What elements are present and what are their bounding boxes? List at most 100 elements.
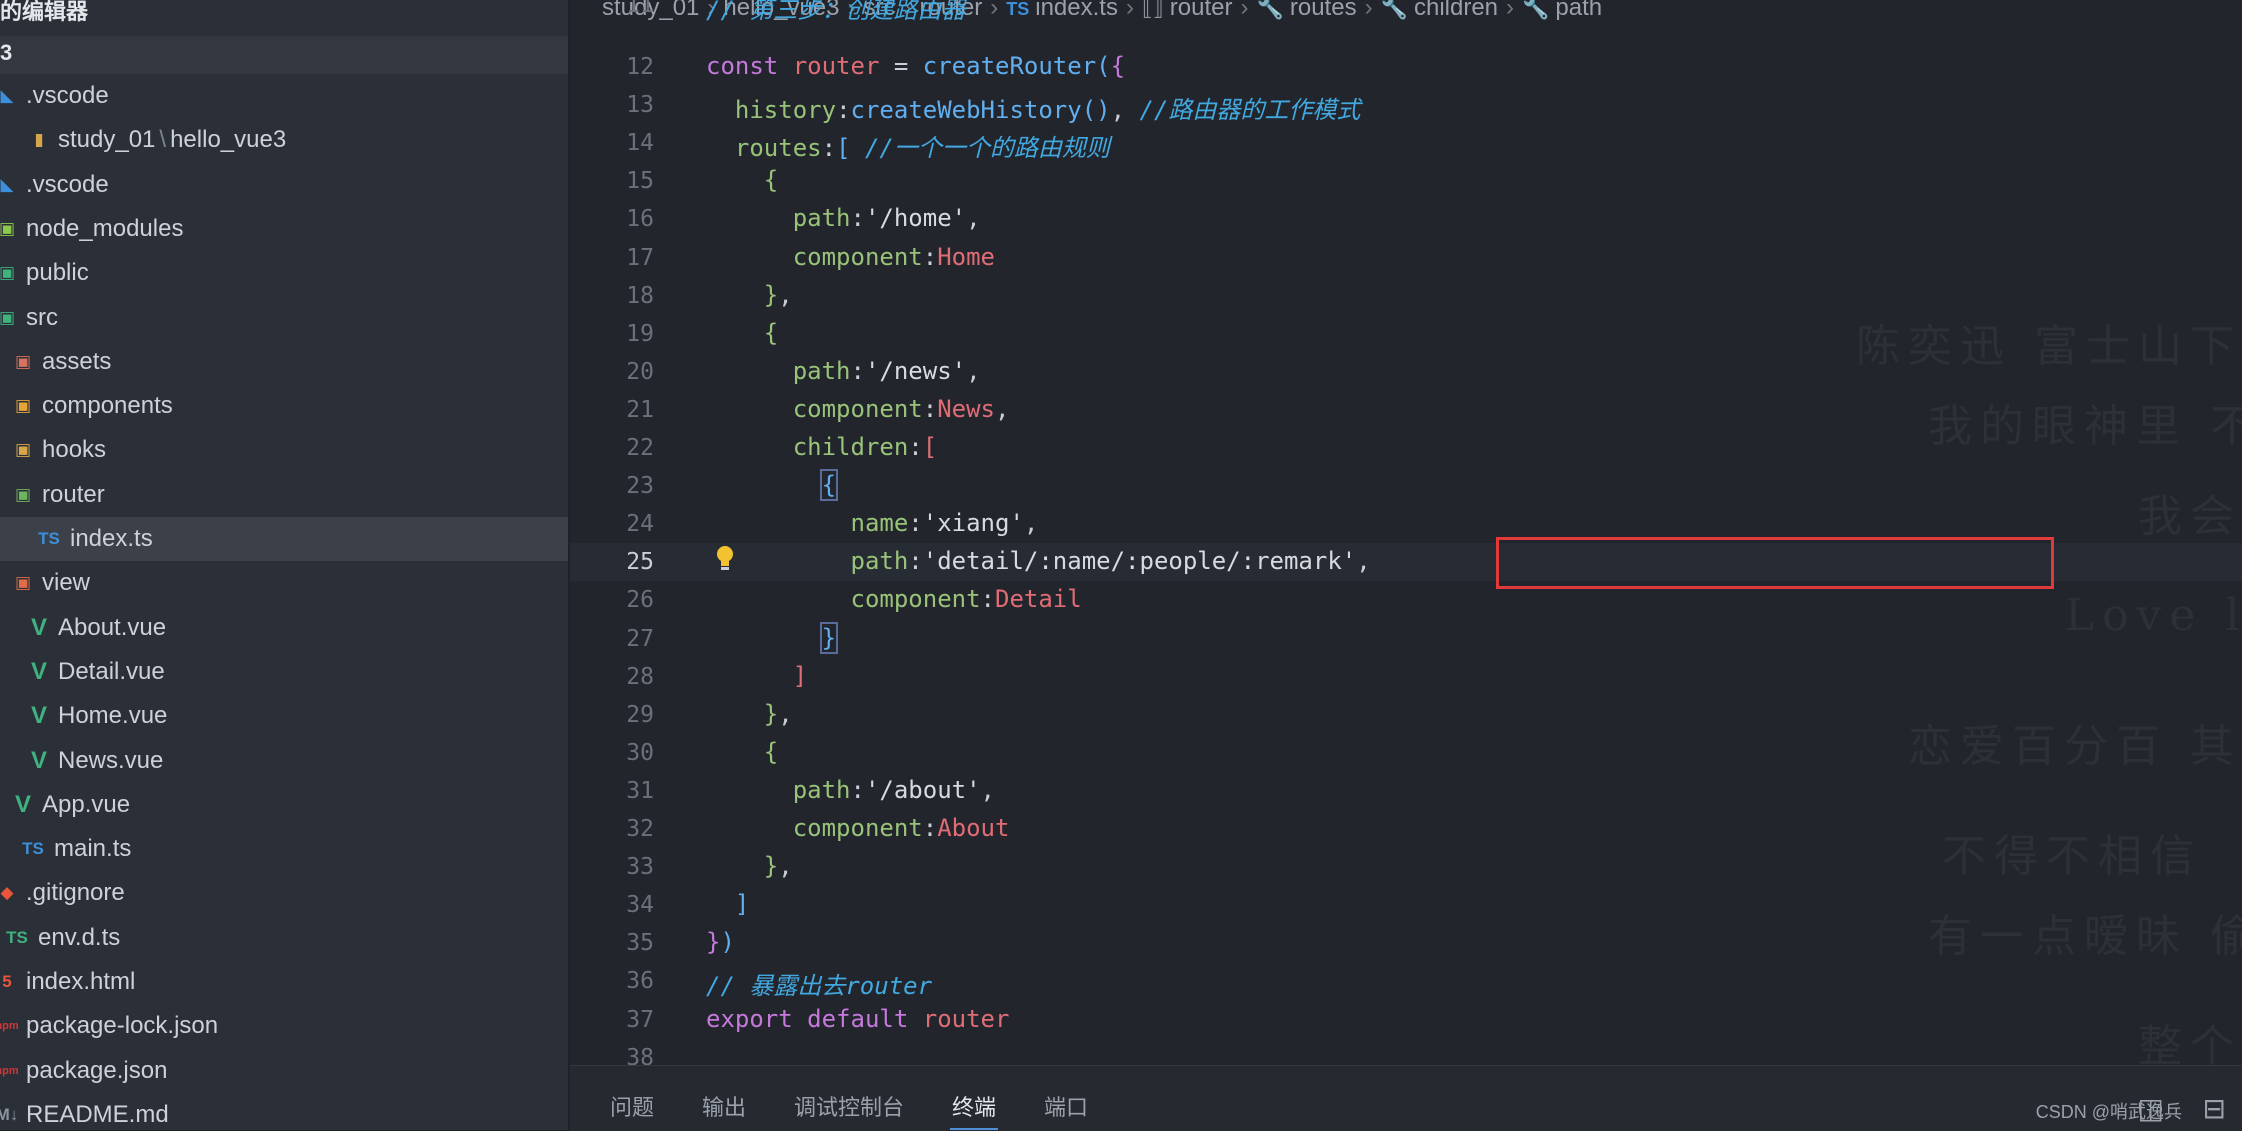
router-folder-icon: ▣: [14, 484, 32, 504]
code-text: path:'/news',: [706, 357, 981, 385]
code-line: 31 path:'/about',: [570, 772, 2242, 810]
folder-icon: ▮: [34, 130, 44, 150]
panel-tab[interactable]: 输出: [702, 1090, 746, 1122]
tree-item-label: main.ts: [54, 835, 132, 863]
tree-item[interactable]: TS env.d.ts: [0, 916, 568, 960]
tree-item[interactable]: V News.vue: [0, 739, 568, 783]
tree-item[interactable]: ▮ study_01 \ hello_vue3: [0, 118, 568, 162]
line-number: 34: [626, 892, 654, 919]
panel-tab[interactable]: 调试控制台: [794, 1090, 904, 1122]
line-number: 18: [626, 282, 654, 309]
code-text: },: [706, 852, 793, 880]
code-line: 22 children:[: [570, 429, 2242, 467]
code-text: component:News,: [706, 395, 1010, 423]
tree-item[interactable]: M↓ README.md: [0, 1093, 568, 1130]
tree-item-label: assets: [42, 347, 112, 375]
tree-item-label: .vscode: [26, 170, 109, 198]
code-token: component: [792, 814, 923, 842]
code-token: routes: [734, 134, 822, 163]
code-token: path: [850, 547, 909, 576]
line-number: 16: [626, 206, 654, 233]
code-token: component: [850, 585, 981, 614]
code-line: 18 },: [570, 277, 2242, 315]
tree-item[interactable]: ▣ src: [0, 296, 568, 340]
tree-item-label: view: [42, 569, 91, 597]
code-token: component: [792, 242, 923, 271]
tree-item[interactable]: ▣ router: [0, 473, 568, 517]
code-token: }: [706, 928, 721, 957]
tree-item[interactable]: ◆ .gitignore: [0, 871, 568, 915]
tree-item[interactable]: V Home.vue: [0, 694, 568, 738]
tree-item[interactable]: ▣ assets: [0, 340, 568, 384]
tree-item-label: News.vue: [58, 746, 164, 774]
code-text: routes:[ //一个一个的路由规则: [706, 128, 1110, 163]
trash-icon[interactable]: ⊟: [2203, 1092, 2226, 1125]
tree-item[interactable]: npm package.json: [0, 1049, 568, 1093]
code-token: {: [763, 737, 779, 766]
code-token: [: [836, 134, 851, 163]
html5-icon: 5: [2, 972, 12, 991]
code-token: {: [1110, 52, 1126, 80]
tree-item-label: router: [42, 480, 105, 508]
line-number: 15: [626, 168, 654, 195]
tree-item[interactable]: ▣ view: [0, 561, 568, 605]
code-line: 32 component:About: [570, 810, 2242, 848]
code-text: },: [706, 700, 793, 728]
tree-item[interactable]: ▣ node_modules: [0, 207, 568, 251]
tree-item[interactable]: ◣ .vscode: [0, 163, 568, 207]
line-number: 28: [626, 663, 654, 690]
code-token: :: [908, 433, 923, 461]
code-line: 37 export default router: [570, 1001, 2242, 1039]
tree-item[interactable]: V About.vue: [0, 606, 568, 650]
code-token: name: [850, 509, 909, 538]
panel-tab[interactable]: 问题: [610, 1090, 654, 1122]
code-token: ]: [792, 661, 808, 690]
code-token: [: [922, 433, 938, 461]
tree-item[interactable]: ▣ hooks: [0, 428, 568, 472]
tree-item[interactable]: ▣ public: [0, 251, 568, 295]
code-token: (: [1096, 52, 1111, 80]
line-number: 37: [626, 1006, 654, 1033]
tree-item[interactable]: TS main.ts: [0, 827, 568, 871]
code-token: '/about': [864, 775, 981, 804]
code-editor[interactable]: 陈奕迅 富士山下我的眼神里 不我会Love lo恋爱百分百 其不得不相信有一点暧…: [570, 0, 2242, 1065]
code-text: const router = createRouter({: [706, 52, 1125, 80]
code-text: path:'/home',: [706, 204, 981, 232]
line-number: 25: [626, 549, 654, 576]
code-token: //一个一个的路由规则: [864, 134, 1110, 163]
panel-tab[interactable]: 终端: [952, 1090, 996, 1122]
panel-tab[interactable]: 端口: [1044, 1090, 1088, 1122]
line-number: 23: [626, 473, 654, 500]
code-text: // 第三步：创建路由器: [706, 0, 966, 24]
tree-item[interactable]: ◣ .vscode: [0, 74, 568, 118]
code-line: 12 const router = createRouter({: [570, 48, 2242, 86]
tree-item[interactable]: V Detail.vue: [0, 650, 568, 694]
code-token: ,: [966, 204, 981, 233]
code-token: ): [720, 928, 735, 957]
tree-item[interactable]: V App.vue: [0, 783, 568, 827]
tree-item[interactable]: ▣ components: [0, 384, 568, 428]
code-line: 35}): [570, 924, 2242, 962]
workspace-root[interactable]: 3: [0, 36, 568, 74]
tree-item[interactable]: TS index.ts: [0, 517, 568, 561]
code-token: createWebHistory: [850, 96, 1082, 125]
lightbulb-icon[interactable]: [714, 544, 736, 574]
tree-item-label: src: [26, 303, 58, 331]
code-token: history: [734, 96, 837, 125]
vscode-folder-icon: ◣: [0, 174, 14, 194]
code-token: const: [706, 52, 793, 80]
code-text: },: [706, 281, 793, 309]
code-token: default: [807, 1004, 923, 1033]
tree-item[interactable]: 5 index.html: [0, 960, 568, 1004]
tree-item[interactable]: npm package-lock.json: [0, 1004, 568, 1048]
code-line: 11 // 第三步：创建路由器: [570, 0, 2242, 24]
